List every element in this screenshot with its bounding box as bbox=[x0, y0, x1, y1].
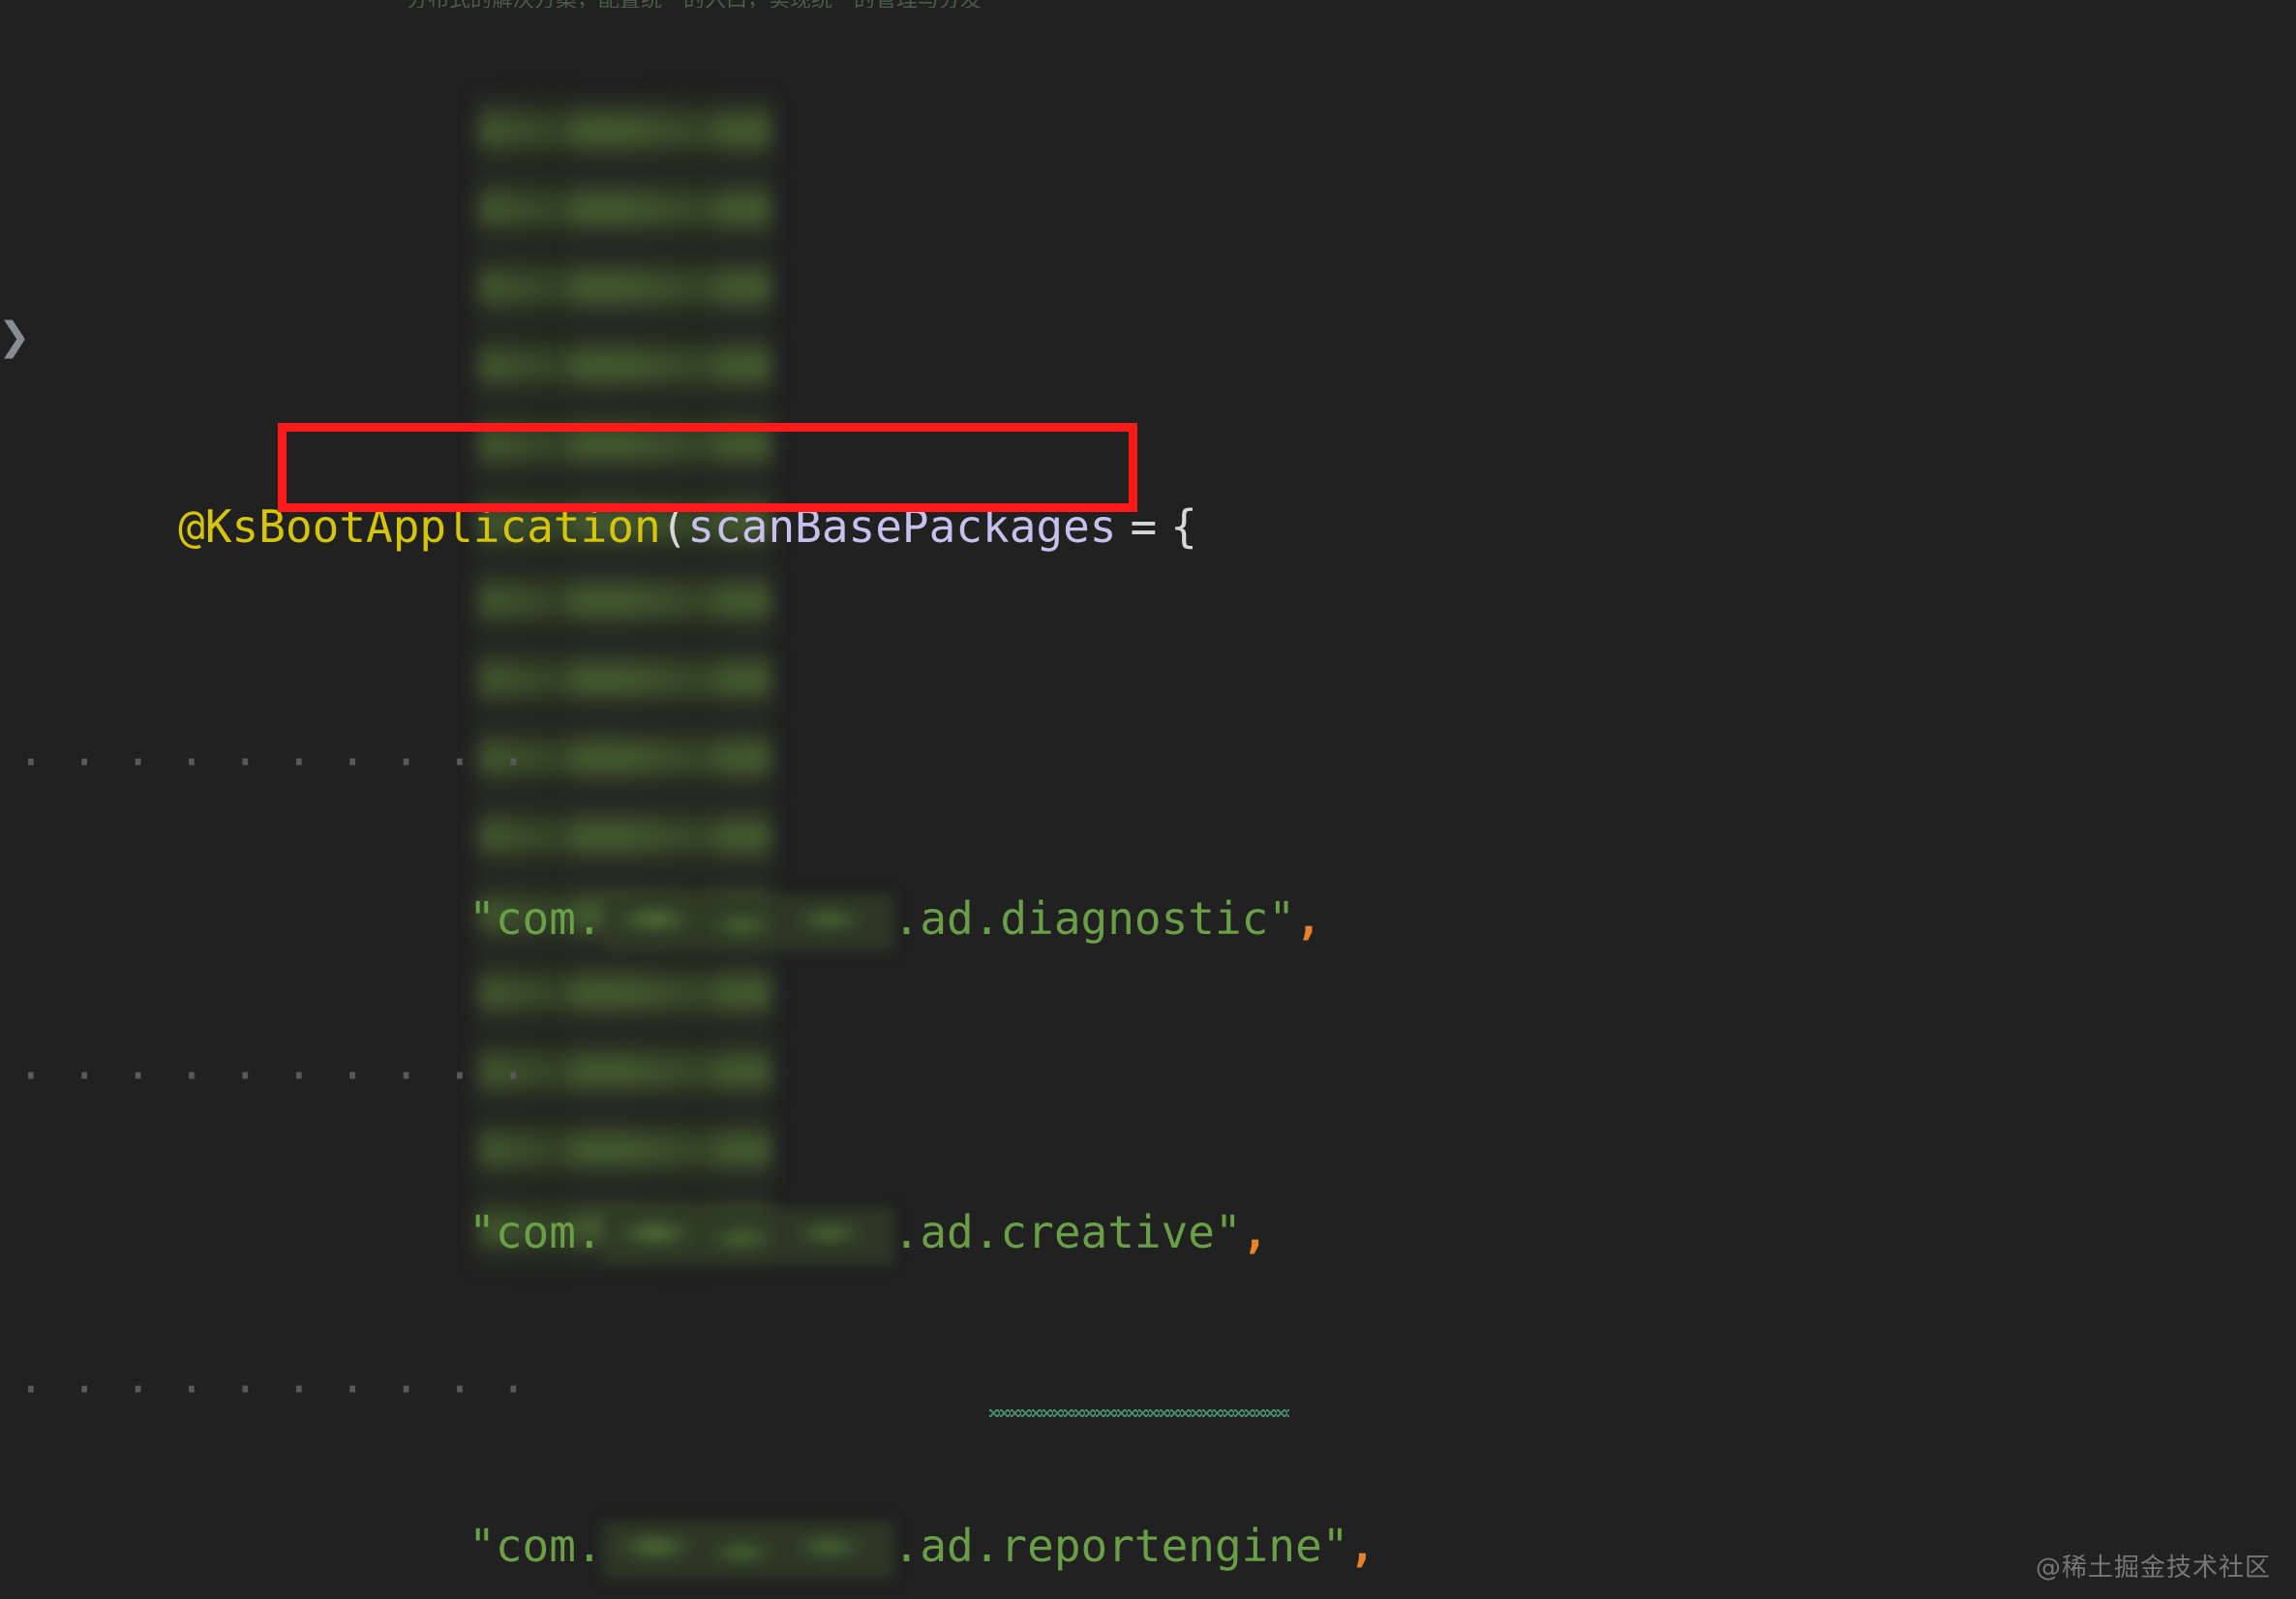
pkg-suffix: .ad.diagnostic" bbox=[892, 892, 1296, 945]
pkg-suffix: .ad.creative" bbox=[892, 1206, 1242, 1258]
annotation-ksbootapplication[interactable]: @KsBootApplication bbox=[178, 500, 661, 553]
code-body[interactable]: ❯ @KsBootApplication(scanBasePackages ={ … bbox=[0, 17, 2296, 1599]
spellcheck-squiggle bbox=[989, 1409, 1289, 1417]
param-scanbasepackages: scanBasePackages bbox=[687, 500, 1117, 553]
indent-guides: · · · · · · · · · · bbox=[17, 1363, 554, 1415]
pkg-comma: , bbox=[1348, 1520, 1376, 1572]
code-line-package[interactable]: · · · · · · · · · · "com. .ad.reportengin… bbox=[0, 1350, 2296, 1578]
redacted-company-name bbox=[602, 1521, 893, 1578]
code-line-package[interactable]: · · · · · · · · · · "com. .ad.creative", bbox=[0, 1037, 2296, 1264]
code-editor[interactable]: 分布式的解决方案，配置统一的入口，实现统一的管理与分发 ❯ @KsBootApp… bbox=[0, 0, 2296, 1599]
indent-guides: · · · · · · · · · · bbox=[17, 736, 554, 788]
pkg-comma: , bbox=[1241, 1206, 1269, 1258]
pkg-suffix: .ad.reportengine" bbox=[892, 1520, 1349, 1572]
pkg-prefix: "com. bbox=[468, 1520, 603, 1572]
code-line-package[interactable]: · · · · · · · · · · "com. .ad.diagnostic"… bbox=[0, 723, 2296, 950]
clipped-comment-text: 分布式的解决方案，配置统一的入口，实现统一的管理与分发 bbox=[407, 0, 982, 8]
watermark: @稀土掘金技术社区 bbox=[2035, 1554, 2271, 1583]
brace-open: { bbox=[1170, 500, 1197, 553]
pkg-prefix: "com. bbox=[468, 892, 603, 945]
redacted-company-name bbox=[602, 1207, 893, 1264]
fold-arrow-icon[interactable]: ❯ bbox=[0, 317, 31, 356]
code-line-annotation[interactable]: ❯ @KsBootApplication(scanBasePackages ={ bbox=[0, 317, 2296, 553]
pkg-comma: , bbox=[1295, 892, 1322, 945]
pkg-prefix: "com. bbox=[468, 1206, 603, 1258]
clipped-comment-line: 分布式的解决方案，配置统一的入口，实现统一的管理与分发 bbox=[0, 0, 2296, 8]
indent-guides: · · · · · · · · · · bbox=[17, 1049, 554, 1101]
equals-sign: = bbox=[1130, 500, 1158, 553]
redacted-company-name bbox=[602, 893, 893, 950]
paren-open: ( bbox=[660, 500, 688, 553]
